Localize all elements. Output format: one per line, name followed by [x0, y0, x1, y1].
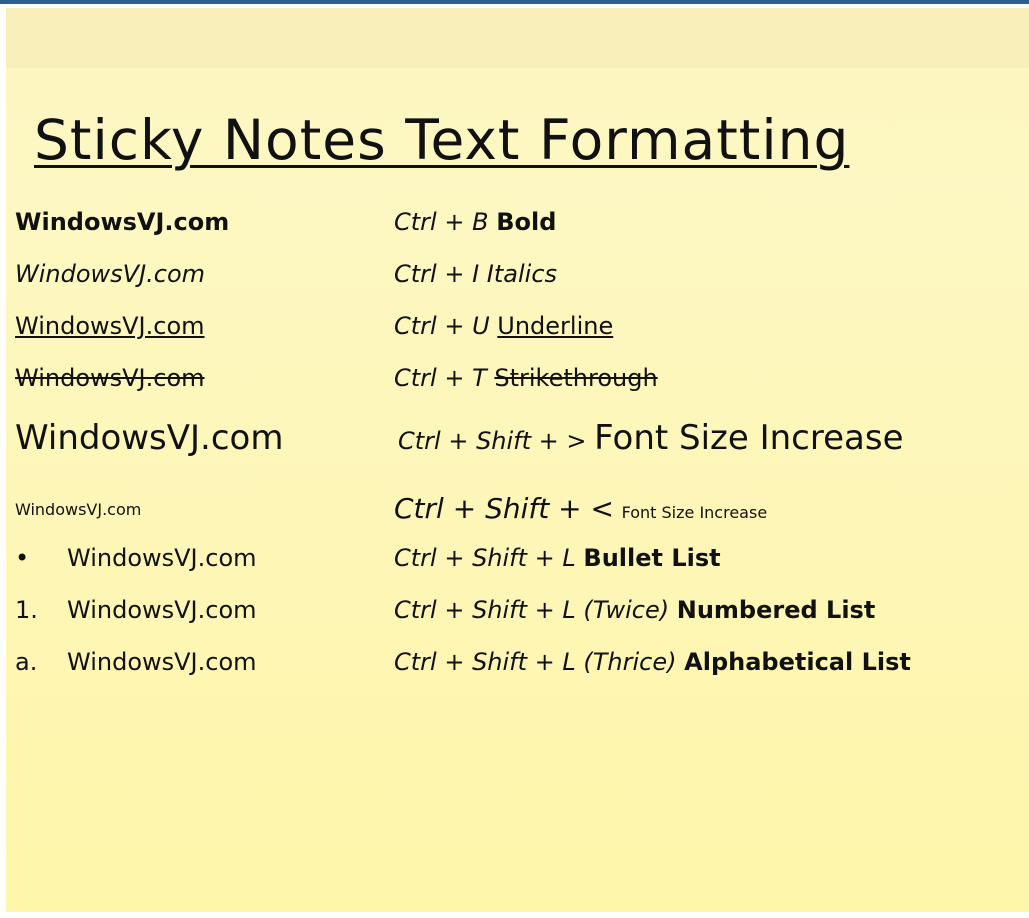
sample-text-bold: WindowsVJ.com — [15, 208, 230, 236]
effect-label: Alphabetical List — [684, 648, 911, 676]
sample-text-underline: WindowsVJ.com — [15, 312, 205, 340]
sample-text-italic: WindowsVJ.com — [15, 260, 206, 288]
shortcut-description: Ctrl + Shift + L (Twice) Numbered List — [394, 596, 875, 624]
list-item: WindowsVJ.com Ctrl + I Italics — [6, 260, 1029, 304]
sample-text-numbered: 1. WindowsVJ.com — [15, 596, 257, 624]
shortcut-description: Ctrl + B Bold — [394, 208, 556, 236]
sample-text-strikethrough: WindowsVJ.com — [15, 364, 205, 392]
window: Sticky Notes Text Formatting WindowsVJ.c… — [0, 0, 1029, 918]
sample-text: WindowsVJ.com — [67, 648, 257, 676]
list-item: • WindowsVJ.com Ctrl + Shift + L Bullet L… — [6, 544, 1029, 588]
shortcut-description: Ctrl + U Underline — [394, 312, 613, 340]
shortcut-description: Ctrl + T Strikethrough — [394, 364, 658, 392]
shortcut-description: Ctrl + I Italics — [394, 260, 557, 288]
list-item: WindowsVJ.com Ctrl + Shift + > Font Size… — [6, 418, 1029, 472]
sample-text: WindowsVJ.com — [67, 596, 257, 624]
sample-text-small: WindowsVJ.com — [15, 500, 142, 519]
list-item: WindowsVJ.com Ctrl + B Bold — [6, 208, 1029, 252]
shortcut-description: Ctrl + Shift + > Font Size Increase — [398, 418, 904, 458]
shortcut-description: Ctrl + Shift + L (Thrice) Alphabetical L… — [394, 648, 911, 676]
sample-text-large: WindowsVJ.com — [15, 418, 284, 458]
sticky-note[interactable]: Sticky Notes Text Formatting WindowsVJ.c… — [6, 8, 1029, 912]
effect-label: Font Size Increase — [621, 503, 768, 522]
note-titlebar[interactable] — [6, 8, 1029, 68]
sample-text-bullet: • WindowsVJ.com — [15, 544, 257, 572]
list-item: a. WindowsVJ.com Ctrl + Shift + L (Thrice… — [6, 648, 1029, 692]
list-item: WindowsVJ.com Ctrl + T Strikethrough — [6, 364, 1029, 408]
effect-label: Bullet List — [583, 544, 721, 572]
list-item: WindowsVJ.com Ctrl + Shift + < Font Size… — [6, 492, 1029, 536]
list-item: WindowsVJ.com Ctrl + U Underline — [6, 312, 1029, 356]
letter-marker: a. — [15, 648, 38, 676]
effect-label: Numbered List — [676, 596, 876, 624]
shortcut-key: Ctrl + T — [394, 364, 487, 392]
list-item: 1. WindowsVJ.com Ctrl + Shift + L (Twice)… — [6, 596, 1029, 640]
shortcut-key: Ctrl + Shift + < — [394, 492, 614, 525]
shortcut-key: Ctrl + Shift + > — [398, 427, 587, 455]
window-bottom-edge — [0, 912, 1029, 918]
page-title: Sticky Notes Text Formatting — [34, 108, 850, 172]
effect-label: Bold — [496, 208, 557, 236]
bullet-marker: • — [15, 544, 30, 572]
shortcut-key: Ctrl + Shift + L (Twice) — [394, 596, 670, 624]
shortcut-key: Ctrl + Shift + L — [394, 544, 576, 572]
shortcut-description: Ctrl + Shift + < Font Size Increase — [394, 492, 767, 525]
effect-label: Underline — [497, 312, 614, 340]
number-marker: 1. — [15, 596, 38, 624]
shortcut-key: Ctrl + U — [394, 312, 490, 340]
shortcut-description: Ctrl + Shift + L Bullet List — [394, 544, 721, 572]
effect-label: Italics — [486, 260, 558, 288]
sample-text-alphabetical: a. WindowsVJ.com — [15, 648, 257, 676]
effect-label: Font Size Increase — [594, 418, 904, 458]
effect-label: Strikethrough — [494, 364, 658, 392]
sample-text: WindowsVJ.com — [67, 544, 257, 572]
shortcut-key: Ctrl + B — [394, 208, 489, 236]
shortcut-key: Ctrl + I — [394, 260, 480, 288]
shortcut-key: Ctrl + Shift + L (Thrice) — [394, 648, 677, 676]
